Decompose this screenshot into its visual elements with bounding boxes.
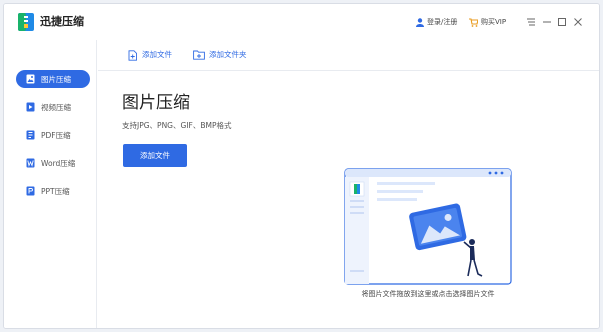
word-icon <box>26 158 35 168</box>
cart-icon <box>469 17 478 27</box>
video-icon <box>26 102 35 112</box>
add-folder-toolbar-label: 添加文件夹 <box>209 50 247 59</box>
sidebar-item-pdf[interactable]: PDF压缩 <box>16 126 90 144</box>
close-icon[interactable] <box>573 17 583 27</box>
vip-label: 购买VIP <box>481 18 507 26</box>
app-title: 迅捷压缩 <box>40 15 84 28</box>
image-icon <box>26 74 35 84</box>
page-title: 图片压缩 <box>122 93 190 113</box>
app-logo-icon <box>18 13 34 31</box>
add-folder-icon <box>193 50 205 60</box>
drop-zone-illustration[interactable] <box>344 168 512 286</box>
sidebar-item-label: PDF压缩 <box>41 130 71 140</box>
supported-formats-text: 支持JPG、PNG、GIF、BMP格式 <box>122 121 232 130</box>
login-label: 登录/注册 <box>427 18 458 26</box>
drop-hint-text: 将图片文件拖放到这里或点击选择图片文件 <box>361 290 495 298</box>
maximize-icon[interactable] <box>557 17 567 27</box>
menu-icon[interactable] <box>526 17 536 27</box>
sidebar-item-image[interactable]: 图片压缩 <box>16 70 90 88</box>
pdf-icon <box>26 130 35 140</box>
add-file-icon <box>128 49 137 61</box>
sidebar-item-word[interactable]: Word压缩 <box>16 154 90 172</box>
login-button[interactable]: 登录/注册 <box>416 16 457 28</box>
add-folder-toolbar-button[interactable]: 添加文件夹 <box>193 49 247 61</box>
toolbar: 添加文件 添加文件夹 <box>98 40 599 71</box>
sidebar-item-ppt[interactable]: PPT压缩 <box>16 182 90 200</box>
sidebar-item-label: PPT压缩 <box>41 186 70 196</box>
sidebar-item-label: 视频压缩 <box>41 102 71 112</box>
add-file-toolbar-button[interactable]: 添加文件 <box>128 49 172 61</box>
user-icon <box>416 17 424 27</box>
title-bar: 迅捷压缩 登录/注册 购买VIP <box>4 4 599 40</box>
ppt-icon <box>26 186 35 196</box>
app-window: 迅捷压缩 登录/注册 购买VIP 图片压缩 视频压缩 PDF压缩 Word压缩 … <box>3 3 600 329</box>
add-file-button[interactable]: 添加文件 <box>123 144 187 167</box>
minimize-icon[interactable] <box>542 17 552 27</box>
sidebar-item-video[interactable]: 视频压缩 <box>16 98 90 116</box>
main-panel: 图片压缩 支持JPG、PNG、GIF、BMP格式 添加文件 将图片文件拖放到这里… <box>98 72 599 328</box>
buy-vip-button[interactable]: 购买VIP <box>469 16 506 28</box>
sidebar: 图片压缩 视频压缩 PDF压缩 Word压缩 PPT压缩 <box>4 40 97 328</box>
sidebar-item-label: Word压缩 <box>41 158 76 168</box>
sidebar-item-label: 图片压缩 <box>41 74 71 84</box>
add-file-toolbar-label: 添加文件 <box>142 50 172 59</box>
